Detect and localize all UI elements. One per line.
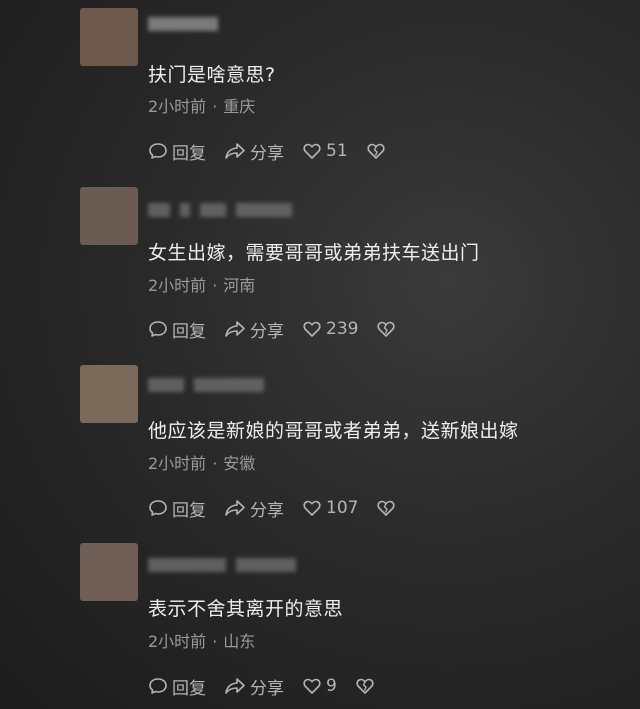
meta-separator: · xyxy=(212,632,218,651)
dislike-button[interactable] xyxy=(376,319,400,339)
username-blurred[interactable] xyxy=(148,557,296,573)
share-arrow-icon xyxy=(225,500,245,516)
broken-heart-icon xyxy=(367,143,385,159)
reply-button[interactable]: 回复 xyxy=(148,139,206,164)
username-blurred[interactable] xyxy=(148,202,292,218)
comment-text: 他应该是新娘的哥哥或者弟弟，送新娘出嫁 xyxy=(148,420,519,442)
heart-icon xyxy=(303,500,321,516)
share-button[interactable]: 分享 xyxy=(224,674,284,699)
reply-button[interactable]: 回复 xyxy=(148,674,206,699)
like-button[interactable]: 9 xyxy=(302,676,337,696)
heart-icon xyxy=(303,143,321,159)
avatar[interactable] xyxy=(80,543,138,601)
comment-meta: 2小时前 · 重庆 xyxy=(148,93,255,117)
username-blurred[interactable] xyxy=(148,377,264,393)
comment-text: 女生出嫁，需要哥哥或弟弟扶车送出门 xyxy=(148,242,480,264)
username-blurred[interactable] xyxy=(148,16,218,32)
comment-time: 2小时前 xyxy=(148,97,207,116)
comment-meta: 2小时前 · 河南 xyxy=(148,272,255,296)
avatar[interactable] xyxy=(80,187,138,245)
comment-actions: 回复 分享 107 xyxy=(148,496,400,521)
reply-label: 回复 xyxy=(172,678,206,699)
comment-location: 安徽 xyxy=(223,454,256,473)
chat-bubble-icon xyxy=(149,321,167,337)
comment-time: 2小时前 xyxy=(148,276,207,295)
like-count: 51 xyxy=(326,141,348,161)
comment-text: 表示不舍其离开的意思 xyxy=(148,598,344,620)
broken-heart-icon xyxy=(377,500,396,516)
chat-bubble-icon xyxy=(149,678,167,694)
dislike-button[interactable] xyxy=(355,676,379,696)
meta-separator: · xyxy=(212,454,218,473)
reply-label: 回复 xyxy=(172,321,206,342)
heart-icon xyxy=(303,678,321,694)
share-button[interactable]: 分享 xyxy=(224,317,284,342)
like-count: 239 xyxy=(326,319,359,339)
comment-location: 河南 xyxy=(223,276,256,295)
dislike-button[interactable] xyxy=(366,141,390,161)
like-count: 9 xyxy=(326,676,337,696)
like-button[interactable]: 51 xyxy=(302,141,348,161)
comment-meta: 2小时前 · 山东 xyxy=(148,628,255,652)
dislike-button[interactable] xyxy=(376,498,400,518)
comment-actions: 回复 分享 51 xyxy=(148,139,390,164)
share-label: 分享 xyxy=(250,500,284,521)
share-button[interactable]: 分享 xyxy=(224,496,284,521)
share-label: 分享 xyxy=(250,678,284,699)
comment-location: 重庆 xyxy=(223,97,256,116)
like-button[interactable]: 107 xyxy=(302,498,358,518)
heart-icon xyxy=(303,321,321,337)
share-arrow-icon xyxy=(225,678,245,694)
comment-actions: 回复 分享 9 xyxy=(148,674,379,699)
share-arrow-icon xyxy=(225,321,245,337)
comment-location: 山东 xyxy=(223,632,256,651)
reply-button[interactable]: 回复 xyxy=(148,496,206,521)
comment-meta: 2小时前 · 安徽 xyxy=(148,450,255,474)
avatar[interactable] xyxy=(80,365,138,423)
like-count: 107 xyxy=(326,498,359,518)
chat-bubble-icon xyxy=(149,500,167,516)
reply-label: 回复 xyxy=(172,500,206,521)
chat-bubble-icon xyxy=(149,143,167,159)
broken-heart-icon xyxy=(377,321,396,337)
share-label: 分享 xyxy=(250,321,284,342)
share-label: 分享 xyxy=(250,143,284,164)
broken-heart-icon xyxy=(356,678,374,694)
comment-text: 扶门是啥意思? xyxy=(148,64,276,86)
comment-time: 2小时前 xyxy=(148,454,207,473)
meta-separator: · xyxy=(212,97,218,116)
reply-label: 回复 xyxy=(172,143,206,164)
reply-button[interactable]: 回复 xyxy=(148,317,206,342)
like-button[interactable]: 239 xyxy=(302,319,358,339)
meta-separator: · xyxy=(212,276,218,295)
avatar[interactable] xyxy=(80,8,138,66)
share-arrow-icon xyxy=(225,143,245,159)
comment-actions: 回复 分享 239 xyxy=(148,317,400,342)
comment-time: 2小时前 xyxy=(148,632,207,651)
share-button[interactable]: 分享 xyxy=(224,139,284,164)
